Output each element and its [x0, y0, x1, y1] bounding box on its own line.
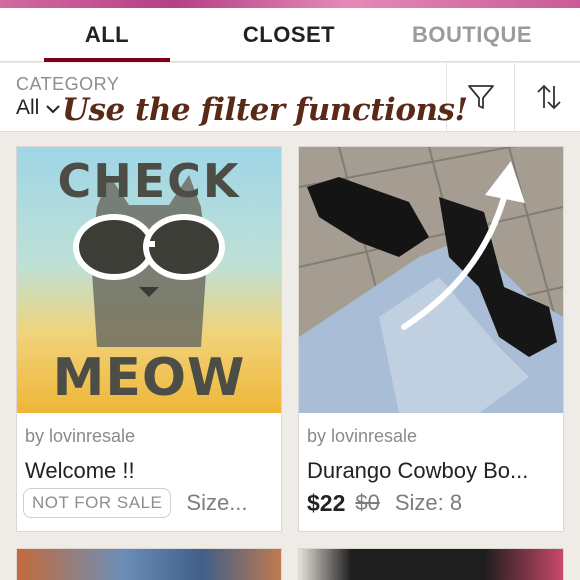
listing-image — [299, 147, 563, 413]
listing-original-price: $0 — [355, 490, 380, 515]
listing-card[interactable]: by lovinresale Durango Cowboy Bo... $22 … — [298, 146, 564, 532]
listing-title[interactable]: Welcome !! — [25, 458, 277, 484]
listing-size: Size: 8 — [394, 490, 463, 515]
category-dropdown[interactable]: All — [16, 96, 61, 120]
tab-bar: ALL CLOSET BOUTIQUE — [0, 8, 580, 62]
listing-image — [17, 549, 281, 580]
listing-card[interactable] — [298, 548, 564, 580]
listing-image: CHECK MEOW — [17, 147, 281, 413]
tab-closet[interactable]: CLOSET — [222, 8, 356, 62]
listing-image — [299, 549, 563, 580]
listing-meta-row: NOT FOR SALE Size... — [23, 487, 279, 519]
funnel-icon — [467, 85, 494, 109]
sort-button[interactable] — [514, 63, 580, 131]
listing-title[interactable]: Durango Cowboy Bo... — [307, 458, 559, 484]
listing-meta-row: $22 $0 Size: 8 — [305, 487, 561, 519]
annotation-text: Use the filter functions! — [62, 92, 468, 128]
not-for-sale-badge: NOT FOR SALE — [23, 488, 172, 518]
listing-card[interactable]: CHECK MEOW by lovinresale Welcome !! NOT… — [16, 146, 282, 532]
active-tab-indicator — [44, 58, 170, 62]
listing-size: Size... — [186, 490, 248, 515]
shirt-text-bottom: MEOW — [53, 348, 246, 408]
tab-all[interactable]: ALL — [46, 8, 168, 62]
sort-arrows-icon — [536, 84, 561, 110]
header-photo-strip — [0, 0, 580, 8]
shirt-text-top: CHECK — [57, 154, 240, 208]
seller-name[interactable]: by lovinresale — [307, 426, 417, 447]
category-value: All — [16, 96, 40, 119]
tab-boutique[interactable]: BOUTIQUE — [400, 8, 544, 62]
seller-name[interactable]: by lovinresale — [25, 426, 135, 447]
chevron-down-icon — [46, 105, 61, 114]
listing-card[interactable] — [16, 548, 282, 580]
listing-price: $22 — [307, 489, 346, 516]
